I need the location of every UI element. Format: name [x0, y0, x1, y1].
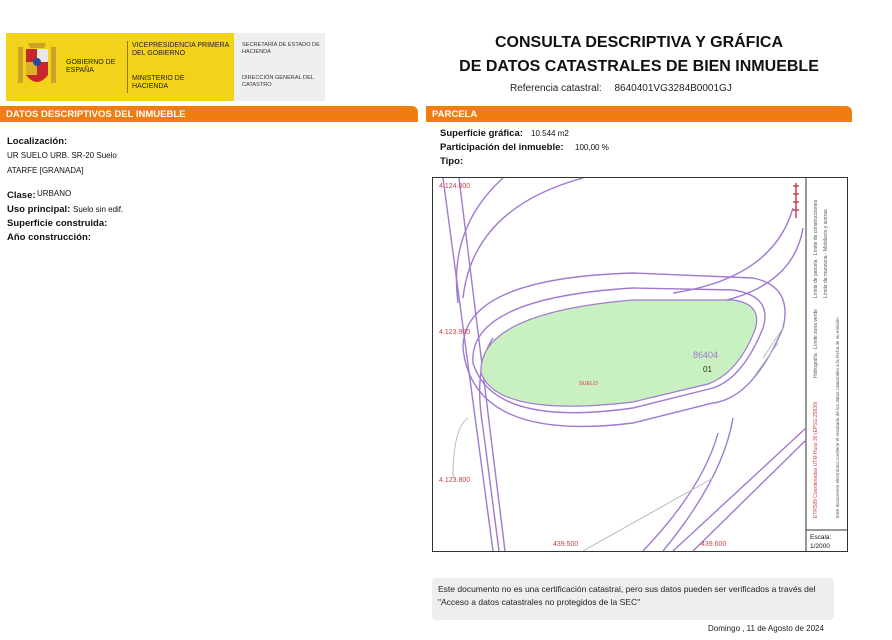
coord-x1-label: 439.500	[553, 541, 578, 548]
reference-label: Referencia catastral:	[510, 83, 602, 94]
uso-label: Uso principal:	[7, 204, 71, 215]
reference-value: 8640401VG3284B0001GJ	[614, 83, 732, 94]
verification-notice: Este documento no es una certificación c…	[432, 578, 834, 620]
doc-note: Este documento electrónico contiene el r…	[835, 317, 840, 518]
participacion-label: Participación del inmueble:	[440, 142, 564, 153]
escala-value: 1/2000	[810, 543, 830, 550]
map-drawing: 4.124.000 4.123.900 4.123.800 439.500 43…	[439, 178, 847, 551]
legend-col1: Límite de parcela · Límite de construcci…	[813, 199, 819, 298]
parcel-number: 86404	[693, 350, 718, 360]
gobierno-label: GOBIERNO DE ESPAÑA	[66, 59, 116, 74]
catastro-logo-block: SECRETARÍA DE ESTADO DE HACIENDA DIRECCI…	[234, 33, 325, 101]
legend-col3: Hidrografía · Límite zona verde	[813, 309, 819, 378]
localizacion-line1: UR SUELO URB. SR-20 Suelo	[7, 151, 117, 160]
logo-divider	[127, 41, 128, 93]
ministerio-label: MINISTERIO DE HACIENDA	[132, 75, 185, 90]
uso-value: Suelo sin edif.	[73, 205, 124, 214]
anio-construccion-label: Año construcción:	[7, 232, 91, 243]
localizacion-label: Localización:	[7, 136, 68, 147]
clase-value: URBANO	[37, 189, 72, 198]
parcel-sub: 01	[703, 365, 712, 374]
page-title-line2: DE DATOS CATASTRALES DE BIEN INMUEBLE	[459, 58, 819, 75]
coord-bottom-label: 4.123.800	[439, 477, 470, 484]
section-bar-descriptivos: DATOS DESCRIPTIVOS DEL INMUEBLE	[0, 106, 418, 122]
page-title-line1: CONSULTA DESCRIPTIVA Y GRÁFICA	[494, 34, 783, 51]
superficie-grafica-value: 10.544 m2	[531, 129, 569, 138]
section-bar-parcela: PARCELA	[426, 106, 852, 122]
coord-top-label: 4.124.000	[439, 183, 470, 190]
parcel-use-label: SUELO	[579, 381, 598, 387]
vicepresidencia-label: VICEPRESIDENCIA PRIMERA DEL GOBIERNO	[132, 42, 229, 57]
legend-col2: Límite de manzana · Mobiliario y aceras	[823, 209, 829, 298]
secretaria-label: SECRETARÍA DE ESTADO DE HACIENDA	[242, 42, 320, 55]
participacion-value: 100,00 %	[575, 143, 609, 152]
document-date: Domingo , 11 de Agosto de 2024	[708, 624, 824, 633]
coat-of-arms-icon	[18, 43, 56, 83]
cadastral-map: 4.124.000 4.123.900 4.123.800 439.500 43…	[432, 177, 848, 552]
superficie-construida-label: Superficie construida:	[7, 218, 108, 229]
coord-system-label: ETRS89 Coordenadas UTM Huso 30 (EPSG:258…	[813, 401, 819, 518]
government-logo-block: GOBIERNO DE ESPAÑA VICEPRESIDENCIA PRIME…	[6, 33, 234, 101]
clase-label: Clase:	[7, 190, 36, 201]
direccion-label: DIRECCIÓN GENERAL DEL CATASTRO	[242, 75, 314, 88]
reference-line: Referencia catastral: 8640401VG3284B0001…	[510, 83, 732, 94]
coord-mid-label: 4.123.900	[439, 329, 470, 336]
tipo-label: Tipo:	[440, 156, 464, 167]
escala-label: Escala:	[810, 534, 832, 541]
superficie-grafica-label: Superficie gráfica:	[440, 128, 523, 139]
localizacion-line2: ATARFE [GRANADA]	[7, 166, 84, 175]
coord-x2-label: 439.600	[701, 541, 726, 548]
